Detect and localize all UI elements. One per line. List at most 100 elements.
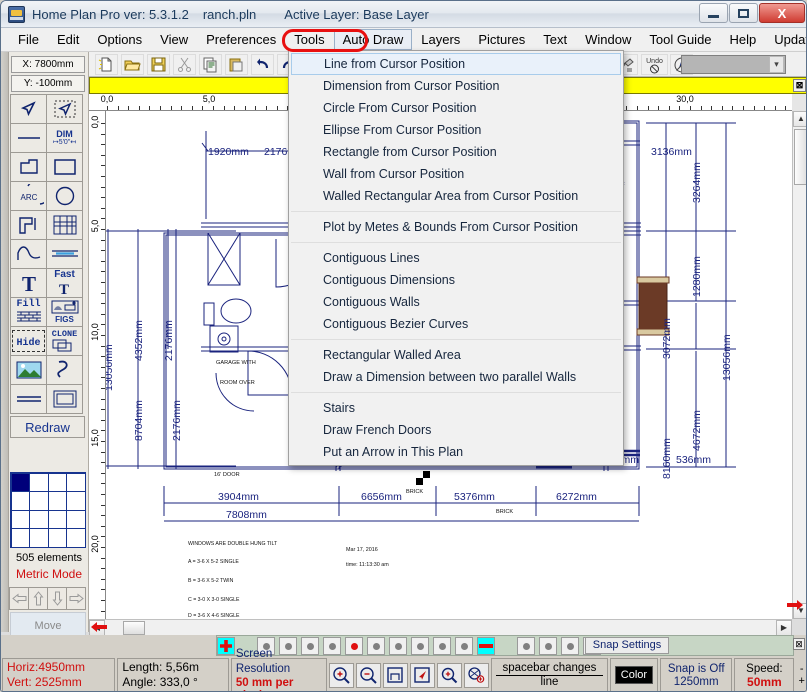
tool-marquee-select[interactable] [46,94,83,124]
minimize-button[interactable] [699,3,728,23]
menu-layers[interactable]: Layers [412,29,469,50]
tool-window-door[interactable] [46,210,83,240]
color-swatch[interactable] [47,509,67,529]
menu-preferences[interactable]: Preferences [197,29,285,50]
auto-draw-dropdown-menu[interactable]: Line from Cursor Position Dimension from… [288,50,624,466]
zoom-extra-button[interactable] [463,662,489,688]
snap-bar-close-button[interactable]: ⊠ [793,638,805,650]
menu-updates[interactable]: Updates [765,29,806,50]
menuitem-wall-from-cursor[interactable]: Wall from Cursor Position [289,163,623,185]
tool-hide[interactable]: Hide [10,326,47,356]
toolbar-combo[interactable]: ▾ [681,55,786,74]
snap-swatch-8[interactable] [411,637,429,655]
menu-file[interactable]: File [9,29,48,50]
zoom-select-button[interactable] [436,662,462,688]
fit-to-window-button[interactable] [382,662,408,688]
menuitem-line-from-cursor[interactable]: Line from Cursor Position [291,53,621,75]
color-swatch[interactable] [66,472,86,492]
canvas-horizontal-scrollbar[interactable]: ◀ ▶ [89,619,792,636]
canvas-vertical-scrollbar[interactable]: ▲ ▼ [792,111,806,619]
color-swatch[interactable] [47,491,67,511]
menu-options[interactable]: Options [88,29,151,50]
menu-window[interactable]: Window [576,29,640,50]
menu-pictures[interactable]: Pictures [469,29,534,50]
color-swatch[interactable] [10,491,30,511]
color-button[interactable]: Color [609,658,658,691]
nudge-up-button[interactable] [28,587,48,610]
menu-edit[interactable]: Edit [48,29,88,50]
chevron-down-icon[interactable]: ▾ [769,56,784,73]
snap-status[interactable]: Snap is Off 1250mm [659,658,733,691]
menuitem-rectangle-from-cursor[interactable]: Rectangle from Cursor Position [289,141,623,163]
menu-auto-draw[interactable]: Auto Draw [333,29,413,50]
menuitem-ellipse-from-cursor[interactable]: Ellipse From Cursor Position [289,119,623,141]
snap-swatch-12[interactable] [517,637,535,655]
maximize-button[interactable] [729,3,758,23]
menuitem-dimension-between-walls[interactable]: Draw a Dimension between two parallel Wa… [289,366,623,388]
snap-swatch-13[interactable] [539,637,557,655]
zoom-in-button[interactable] [328,662,354,688]
save-button[interactable] [147,54,170,75]
tool-picture[interactable] [10,355,47,385]
tool-text[interactable]: T [10,268,47,298]
menu-text[interactable]: Text [534,29,576,50]
menuitem-contiguous-bezier-curves[interactable]: Contiguous Bezier Curves [289,313,623,335]
paste-button[interactable] [225,54,248,75]
speed-decrease-button[interactable]: - [800,663,804,675]
menu-tools[interactable]: Tools [285,29,333,50]
snap-swatch-10[interactable] [455,637,473,655]
copy-button[interactable] [199,54,222,75]
vertical-scroll-thumb[interactable] [794,129,806,185]
open-folder-button[interactable] [121,54,144,75]
pan-right-indicator[interactable] [785,597,805,613]
tool-line[interactable] [10,123,47,153]
nudge-right-button[interactable] [66,587,86,610]
color-swatch[interactable] [47,528,67,548]
tool-double-line[interactable] [46,239,83,269]
color-swatch[interactable] [66,528,86,548]
cut-button[interactable] [173,54,196,75]
menuitem-draw-french-doors[interactable]: Draw French Doors [289,419,623,441]
close-button[interactable]: X [759,3,805,23]
menuitem-stairs[interactable]: Stairs [289,397,623,419]
tool-dimension[interactable]: DIM ↦5'0"↤ [46,123,83,153]
horizontal-scroll-thumb[interactable] [123,621,145,635]
tool-figures[interactable]: FIGS [46,297,83,327]
speed-increase-button[interactable]: + [798,675,804,687]
menuitem-contiguous-walls[interactable]: Contiguous Walls [289,291,623,313]
menuitem-put-arrow-in-plan[interactable]: Put an Arrow in This Plan [289,441,623,463]
pan-left-indicator[interactable] [89,619,109,635]
undo-button[interactable] [251,54,274,75]
color-swatch[interactable] [10,528,30,548]
tool-circle[interactable] [46,181,83,211]
redraw-button[interactable]: Redraw [10,416,85,438]
color-swatch[interactable] [10,509,30,529]
color-swatch[interactable] [66,491,86,511]
tool-frame[interactable] [46,384,83,414]
color-palette-grid[interactable] [10,472,86,548]
speed-stepper[interactable]: - + [795,657,806,691]
zoom-region-button[interactable] [409,662,435,688]
tool-fill[interactable]: Fill [10,297,47,327]
snap-swatch-0[interactable] [217,637,235,655]
color-swatch[interactable] [29,472,49,492]
menuitem-dimension-from-cursor[interactable]: Dimension from Cursor Position [289,75,623,97]
color-swatch-selected[interactable] [10,472,30,492]
snap-swatch-6[interactable] [367,637,385,655]
help-bar-close-button[interactable]: ⊠ [793,79,806,92]
snap-swatch-7[interactable] [389,637,407,655]
color-swatch[interactable] [29,528,49,548]
color-button-label[interactable]: Color [614,666,654,684]
menuitem-contiguous-lines[interactable]: Contiguous Lines [289,247,623,269]
tool-rectangle[interactable] [46,152,83,182]
menu-view[interactable]: View [151,29,197,50]
scroll-up-button[interactable]: ▲ [793,111,806,127]
new-document-button[interactable] [95,54,118,75]
nudge-down-button[interactable] [47,587,67,610]
menuitem-walled-rect-area-from-cursor[interactable]: Walled Rectangular Area from Cursor Posi… [289,185,623,207]
zoom-out-button[interactable] [355,662,381,688]
menuitem-contiguous-dimensions[interactable]: Contiguous Dimensions [289,269,623,291]
menuitem-rectangular-walled-area[interactable]: Rectangular Walled Area [289,344,623,366]
menuitem-circle-from-cursor[interactable]: Circle From Cursor Position [289,97,623,119]
scroll-right-button[interactable]: ▶ [776,620,792,636]
